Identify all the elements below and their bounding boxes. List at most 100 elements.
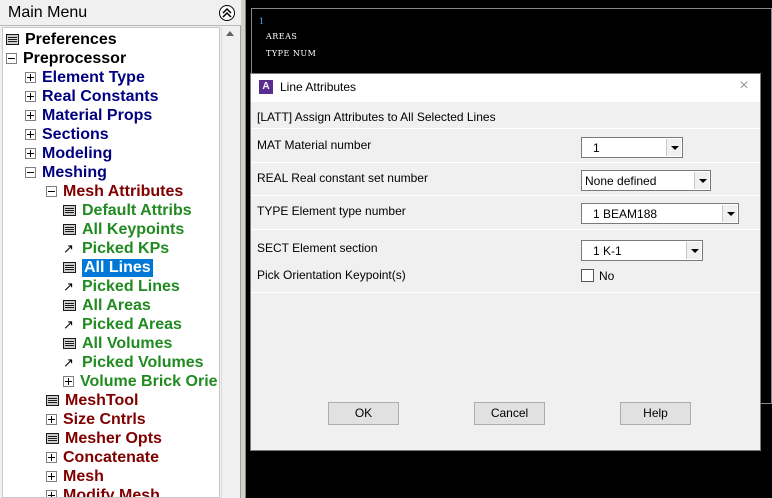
main-menu-panel: Main Menu Preferences Preprocessor Element… xyxy=(0,0,241,498)
real-label: REAL Real constant set number xyxy=(257,171,428,185)
menu-item-label: Default Attribs xyxy=(82,201,192,219)
menu-item-picked-volumes[interactable]: ↗ Picked Volumes xyxy=(63,353,204,372)
menu-item-meshtool[interactable]: MeshTool xyxy=(46,391,138,410)
function-dialog-icon xyxy=(63,262,76,273)
menu-item-mesher-opts[interactable]: Mesher Opts xyxy=(46,429,162,448)
collapse-menu-button[interactable] xyxy=(219,5,235,21)
collapse-minus-icon xyxy=(25,167,36,178)
plot-title-areas: AREAS xyxy=(266,32,298,41)
cancel-button[interactable]: Cancel xyxy=(474,402,545,425)
element-section-select[interactable]: 1 K-1 xyxy=(581,240,703,261)
collapse-minus-icon xyxy=(6,53,17,64)
expand-plus-icon xyxy=(25,91,36,102)
menu-item-mesh-attributes[interactable]: Mesh Attributes xyxy=(46,182,183,201)
function-dialog-icon xyxy=(63,224,76,235)
menu-item-all-areas[interactable]: All Areas xyxy=(63,296,151,315)
menu-item-all-lines[interactable]: All Lines xyxy=(63,258,153,277)
material-number-value: 1 xyxy=(593,141,600,155)
collapse-minus-icon xyxy=(46,186,57,197)
dialog-titlebar[interactable]: A Line Attributes × xyxy=(251,74,760,101)
divider xyxy=(251,162,760,163)
menu-tree: Preferences Preprocessor Element Type Real … xyxy=(2,27,220,498)
menu-item-label: All Lines xyxy=(82,258,153,277)
menu-item-default-attribs[interactable]: Default Attribs xyxy=(63,201,192,220)
menu-item-label: Mesh Attributes xyxy=(63,182,184,200)
menu-item-label: Element Type xyxy=(42,68,145,86)
ok-button[interactable]: OK xyxy=(328,402,399,425)
menu-item-label: All Areas xyxy=(82,296,151,314)
double-chevron-up-icon xyxy=(222,8,232,18)
type-label: TYPE Element type number xyxy=(257,204,406,218)
menu-item-mesh[interactable]: Mesh xyxy=(46,467,104,486)
menu-item-picked-kps[interactable]: ↗ Picked KPs xyxy=(63,239,169,258)
chevron-down-icon xyxy=(686,242,701,259)
function-dialog-icon xyxy=(6,34,19,45)
menu-item-label: Size Cntrls xyxy=(63,410,146,428)
pick-orientation-value: No xyxy=(599,269,615,283)
menu-item-label: Modeling xyxy=(42,144,113,162)
chevron-down-icon xyxy=(722,205,737,222)
menu-item-label: Picked Areas xyxy=(82,315,182,333)
expand-plus-icon xyxy=(46,452,57,463)
menu-item-meshing[interactable]: Meshing xyxy=(25,163,107,182)
menu-item-label: Preprocessor xyxy=(23,49,127,67)
divider xyxy=(251,229,760,230)
main-menu-header: Main Menu xyxy=(0,0,241,26)
menu-item-label: Modify Mesh xyxy=(63,486,160,498)
pick-arrow-icon: ↗ xyxy=(63,240,74,256)
pick-orientation-label: Pick Orientation Keypoint(s) xyxy=(257,268,406,282)
help-button[interactable]: Help xyxy=(620,402,691,425)
chevron-down-icon xyxy=(694,172,709,189)
menu-item-preferences[interactable]: Preferences xyxy=(6,30,117,49)
expand-plus-icon xyxy=(25,148,36,159)
menu-item-label: Sections xyxy=(42,125,109,143)
pick-orientation-checkbox[interactable] xyxy=(581,269,594,282)
menu-item-label: Picked Volumes xyxy=(82,353,204,371)
element-section-value: 1 K-1 xyxy=(593,244,622,258)
menu-item-all-keypoints[interactable]: All Keypoints xyxy=(63,220,184,239)
real-constant-select[interactable]: None defined xyxy=(581,170,711,191)
pick-arrow-icon: ↗ xyxy=(63,316,74,332)
menu-item-label: Picked Lines xyxy=(82,277,180,295)
menu-tree-scrollbar[interactable] xyxy=(221,27,238,498)
menu-item-label: Mesher Opts xyxy=(65,429,162,447)
dialog-title: Line Attributes xyxy=(280,80,357,94)
window-number: 1 xyxy=(259,17,265,26)
element-type-value: 1 BEAM188 xyxy=(593,207,658,221)
menu-item-label: All Keypoints xyxy=(82,220,185,238)
pick-arrow-icon: ↗ xyxy=(63,278,74,294)
menu-item-element-type[interactable]: Element Type xyxy=(25,68,145,87)
menu-item-size-cntrls[interactable]: Size Cntrls xyxy=(46,410,146,429)
menu-item-label: Volume Brick Orie xyxy=(80,372,218,390)
menu-item-picked-lines[interactable]: ↗ Picked Lines xyxy=(63,277,180,296)
plot-subtitle-type-num: TYPE NUM xyxy=(266,49,317,58)
menu-item-material-props[interactable]: Material Props xyxy=(25,106,152,125)
menu-item-preprocessor[interactable]: Preprocessor xyxy=(6,49,126,68)
menu-item-modeling[interactable]: Modeling xyxy=(25,144,112,163)
ansys-app-icon: A xyxy=(259,80,273,94)
function-dialog-icon xyxy=(63,300,76,311)
function-dialog-icon xyxy=(46,433,59,444)
expand-plus-icon xyxy=(25,129,36,140)
menu-item-picked-areas[interactable]: ↗ Picked Areas xyxy=(63,315,182,334)
menu-item-label: Material Props xyxy=(42,106,153,124)
menu-item-volume-brick-orie[interactable]: Volume Brick Orie xyxy=(63,372,218,391)
expand-plus-icon xyxy=(46,471,57,482)
menu-item-all-volumes[interactable]: All Volumes xyxy=(63,334,172,353)
menu-item-modify-mesh[interactable]: Modify Mesh xyxy=(46,486,160,498)
material-number-select[interactable]: 1 xyxy=(581,137,683,158)
element-type-select[interactable]: 1 BEAM188 xyxy=(581,203,739,224)
menu-item-sections[interactable]: Sections xyxy=(25,125,109,144)
divider xyxy=(251,128,760,129)
menu-item-label: Real Constants xyxy=(42,87,159,105)
menu-item-label: MeshTool xyxy=(65,391,139,409)
menu-item-label: Mesh xyxy=(63,467,104,485)
expand-plus-icon xyxy=(46,414,57,425)
sect-label: SECT Element section xyxy=(257,241,378,255)
close-icon[interactable]: × xyxy=(736,78,752,95)
scroll-up-arrow-icon[interactable] xyxy=(226,31,234,36)
menu-item-real-constants[interactable]: Real Constants xyxy=(25,87,158,106)
menu-item-concatenate[interactable]: Concatenate xyxy=(46,448,159,467)
divider xyxy=(251,292,760,293)
menu-item-label: Meshing xyxy=(42,163,107,181)
